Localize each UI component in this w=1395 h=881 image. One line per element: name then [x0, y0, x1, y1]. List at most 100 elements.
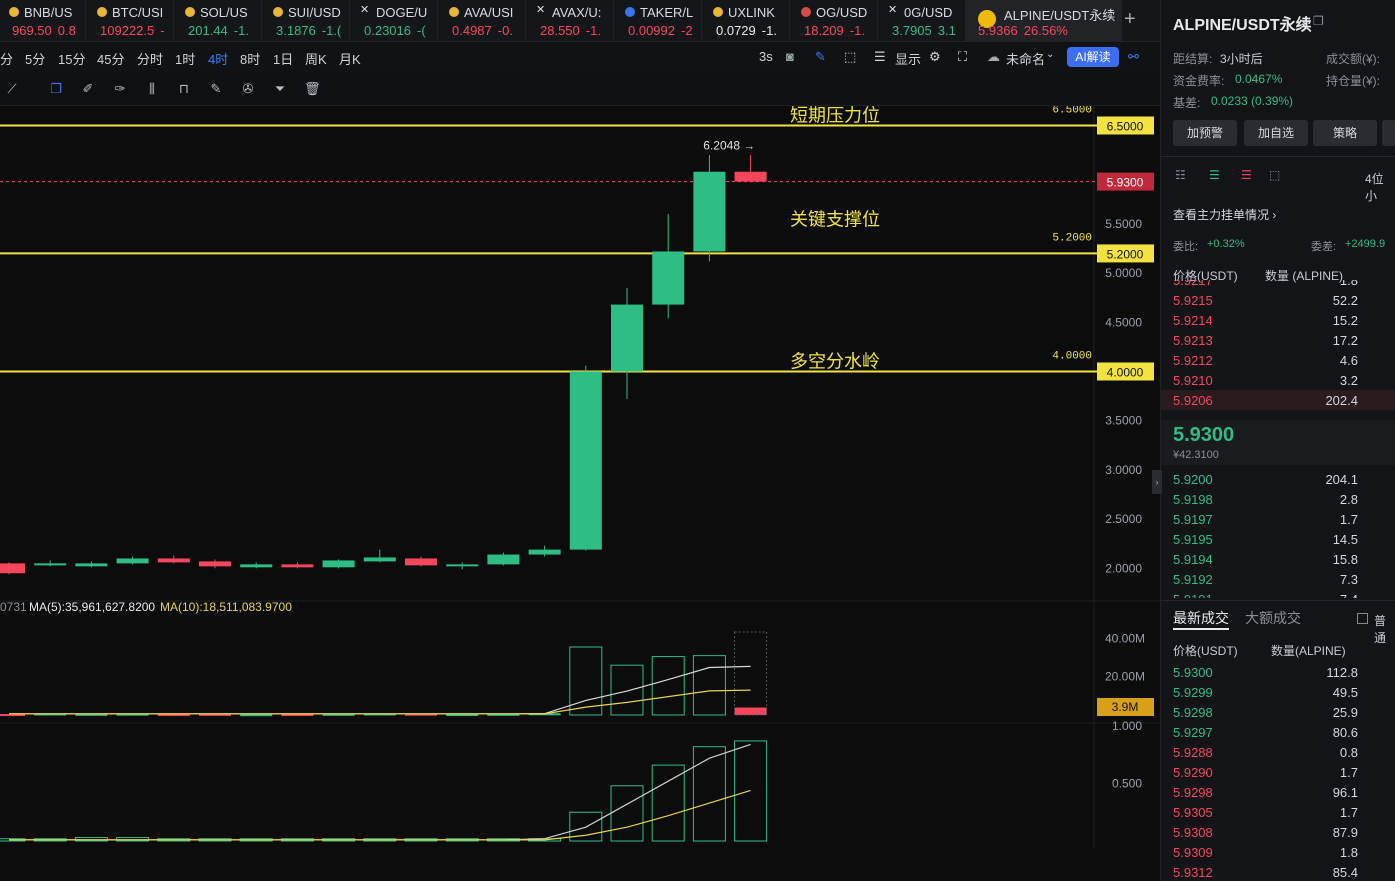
ticker-tab[interactable]: BNB/US 969.50 0.8 [0, 0, 86, 42]
candle-body[interactable] [322, 560, 355, 568]
candle-body[interactable] [116, 558, 149, 564]
strategy-button[interactable]: 策略 [1313, 120, 1377, 146]
ruler-icon[interactable]: ✐ [80, 81, 96, 97]
candle-body[interactable] [363, 557, 396, 562]
interval-option[interactable]: 分 [0, 49, 13, 68]
interval-option[interactable]: 4时 [208, 49, 228, 68]
interval-option[interactable]: 8时 [240, 49, 260, 68]
interval-option[interactable]: 月K [339, 49, 361, 68]
ask-row[interactable]: 5.9213 17.2 [1161, 330, 1395, 350]
bid-row[interactable]: 5.9194 15.8 [1161, 549, 1395, 569]
ask-row[interactable]: 5.9206 202.4 [1161, 390, 1395, 410]
candle-body[interactable] [693, 171, 726, 252]
ticker-tab[interactable]: TAKER/L 0.00992 -2 [616, 0, 702, 42]
bid-row[interactable]: 5.9200 204.1 [1161, 469, 1395, 489]
ticker-tab[interactable]: SOL/US 201.44 -1. [176, 0, 262, 42]
trash-icon[interactable]: 🗑 [304, 81, 321, 97]
trade-row[interactable]: 5.9297 80.6 [1161, 722, 1395, 742]
candle-body[interactable] [405, 558, 437, 566]
orderbook-both-icon[interactable]: ☷ [1175, 168, 1186, 182]
candle-body[interactable] [446, 564, 479, 567]
settings-icon[interactable]: ⚙ [929, 49, 941, 65]
ticker-tab[interactable]: OG/USD 18.209 -1. [792, 0, 878, 42]
interval-option[interactable]: 5分 [25, 49, 45, 68]
ask-row[interactable]: 5.9212 4.6 [1161, 350, 1395, 370]
bid-row[interactable]: 5.9197 1.7 [1161, 509, 1395, 529]
candle-body[interactable] [569, 371, 602, 550]
ask-row[interactable]: 5.9215 52.2 [1161, 290, 1395, 310]
interval-option[interactable]: 周K [305, 49, 327, 68]
main-orders-link[interactable]: 查看主力挂单情况 › [1173, 206, 1276, 223]
trade-row[interactable]: 5.9298 96.1 [1161, 782, 1395, 802]
frame-icon[interactable]: ⬚ [844, 49, 856, 65]
trade-row[interactable]: 5.9290 1.7 [1161, 762, 1395, 782]
trade-row[interactable]: 5.9299 49.5 [1161, 682, 1395, 702]
interval-option[interactable]: 1日 [273, 49, 293, 68]
add-alert-button[interactable]: 加预警 [1173, 120, 1237, 146]
add-tab-button[interactable]: + [1124, 8, 1136, 31]
ticker-tab[interactable]: ALPINE/USDT永续 5.9366 26.56% [966, 0, 1122, 42]
ticker-tab[interactable]: SUI/USD 3.1876 -1.( [264, 0, 350, 42]
ticker-tab[interactable]: ✕ DOGE/U 0.23016 -( [352, 0, 438, 42]
filter-icon[interactable]: ⏷ [272, 81, 288, 97]
candle-body[interactable] [528, 549, 561, 555]
candle-body[interactable] [734, 171, 767, 182]
camera-icon[interactable]: ◙ [786, 49, 794, 64]
tab-large-trades[interactable]: 大额成交 [1245, 608, 1301, 628]
share-icon[interactable]: ⚯ [1128, 49, 1139, 65]
trades-qty-header[interactable]: 数量(ALPINE) [1271, 642, 1346, 659]
display-button[interactable]: 显示 [895, 49, 921, 68]
ask-row[interactable]: 5.9214 15.2 [1161, 310, 1395, 330]
candle-body[interactable] [281, 564, 314, 568]
normal-checkbox[interactable] [1357, 613, 1368, 624]
ticker-tab[interactable]: ✕ 0G/USD 3.7905 3.1 [880, 0, 966, 42]
trade-row[interactable]: 5.9300 112.8 [1161, 662, 1395, 682]
orderbook-trades-icon[interactable]: ⬚ [1269, 168, 1280, 182]
menu-icon[interactable]: ☰ [874, 49, 886, 65]
trend-line-icon[interactable]: ⟋ [4, 81, 20, 97]
copy-icon[interactable]: ❐ [1313, 14, 1324, 28]
interval-option[interactable]: 分时 [137, 49, 163, 68]
layout-name-dropdown[interactable]: 未命名 [1006, 49, 1045, 68]
bid-row[interactable]: 5.9195 14.5 [1161, 529, 1395, 549]
trade-row[interactable]: 5.9288 0.8 [1161, 742, 1395, 762]
interval-option[interactable]: 15分 [58, 49, 85, 68]
trade-row[interactable]: 5.9298 25.9 [1161, 702, 1395, 722]
candle-body[interactable] [157, 558, 190, 563]
candle-body[interactable] [240, 564, 273, 568]
ticker-tab[interactable]: BTC/USI 109222.5- [88, 0, 174, 42]
chart-area[interactable]: 5.5000 5.0000 4.5000 4.0000 3.5000 3.0000 2.50… [0, 106, 1160, 848]
candle-body[interactable] [199, 561, 231, 567]
candle-tool-icon[interactable]: ⫼ [144, 81, 160, 97]
ask-row[interactable]: 5.9217 1.8 [1161, 280, 1395, 290]
note-icon[interactable]: ✎ [208, 81, 224, 97]
ticker-tab[interactable]: UXLINK 0.0729 -1. [704, 0, 790, 42]
bid-row[interactable]: 5.9191 7.4 [1161, 589, 1395, 598]
interval-option[interactable]: 1时 [175, 49, 195, 68]
orderbook-bids-icon[interactable]: ☰ [1209, 168, 1220, 182]
add-favorite-button[interactable]: 加自选 [1244, 120, 1308, 146]
interval-option[interactable]: 45分 [97, 49, 124, 68]
lock-icon[interactable]: ⊓ [176, 81, 192, 97]
orderbook-asks-icon[interactable]: ☰ [1241, 168, 1252, 182]
precision-select[interactable]: 4位小 [1365, 170, 1395, 204]
candle-body[interactable] [652, 251, 685, 305]
candle-body[interactable] [75, 563, 108, 567]
pencil-icon[interactable]: ✎ [815, 49, 826, 65]
more-button[interactable] [1382, 120, 1395, 146]
bid-row[interactable]: 5.9198 2.8 [1161, 489, 1395, 509]
ticker-tab[interactable]: AVA/USI 0.4987 -0. [440, 0, 526, 42]
copy-icon[interactable]: ❐ [48, 81, 64, 97]
candle-body[interactable] [611, 304, 643, 372]
fullscreen-icon[interactable]: ⛶ [958, 49, 967, 65]
candlestick-chart[interactable]: 5.5000 5.0000 4.5000 4.0000 3.5000 3.0000 2.50… [0, 106, 1160, 848]
brush-icon[interactable]: ✑ [112, 81, 128, 97]
tab-latest-trades[interactable]: 最新成交 [1173, 608, 1229, 628]
trade-row[interactable]: 5.9312 85.4 [1161, 862, 1395, 881]
refresh-interval[interactable]: 3s [759, 49, 773, 64]
trade-row[interactable]: 5.9309 1.8 [1161, 842, 1395, 862]
ask-row[interactable]: 5.9210 3.2 [1161, 370, 1395, 390]
candle-body[interactable] [487, 554, 520, 565]
candle-body[interactable] [34, 563, 67, 566]
ticker-tab[interactable]: ✕ AVAX/U: 28.550 -1. [528, 0, 614, 42]
